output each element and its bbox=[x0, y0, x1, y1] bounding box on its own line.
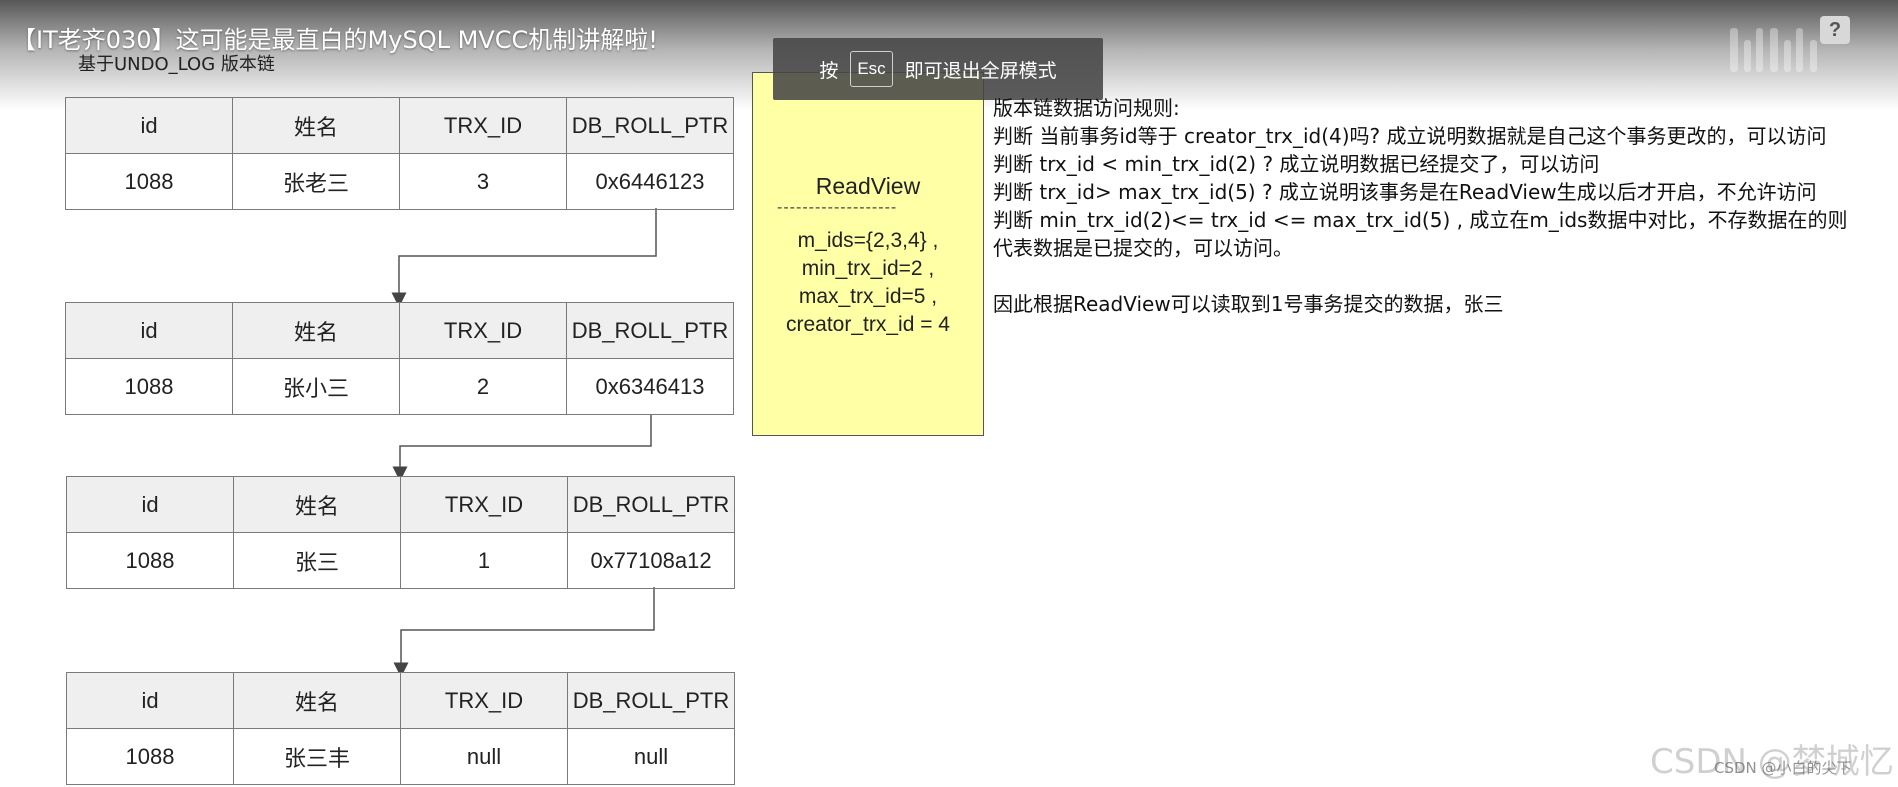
toast-suffix: 即可退出全屏模式 bbox=[904, 59, 1057, 82]
readview-title: ReadView bbox=[815, 173, 921, 199]
rule-1: 判断 当前事务id等于 creator_trx_id(4)吗? 成立说明数据就是… bbox=[993, 124, 1827, 148]
header-db-roll-ptr: DB_ROLL_PTR bbox=[566, 302, 734, 359]
cell-trx-id: 3 bbox=[399, 153, 567, 210]
header-id: id bbox=[65, 302, 233, 359]
esc-key-badge: Esc bbox=[850, 51, 893, 87]
readview-creator-trx-id: creator_trx_id = 4 bbox=[785, 313, 950, 336]
cell-id: 1088 bbox=[65, 153, 233, 210]
header-name: 姓名 bbox=[233, 476, 401, 533]
header-trx-id: TRX_ID bbox=[399, 97, 567, 154]
cell-name: 张三丰 bbox=[233, 728, 401, 785]
undo-log-table-3: id 姓名 TRX_ID DB_ROLL_PTR 1088 张三 1 0x771… bbox=[66, 476, 735, 589]
readview-max-trx-id: max_trx_id=5 , bbox=[798, 285, 938, 308]
toast-prefix: 按 bbox=[819, 59, 839, 82]
undo-log-table-4: id 姓名 TRX_ID DB_ROLL_PTR 1088 张三丰 null n… bbox=[66, 672, 735, 785]
cell-db-roll-ptr: 0x6346413 bbox=[566, 358, 734, 415]
undo-log-table-1: id 姓名 TRX_ID DB_ROLL_PTR 1088 张老三 3 0x64… bbox=[65, 97, 734, 210]
header-trx-id: TRX_ID bbox=[400, 672, 568, 729]
rule-2: 判断 trx_id < min_trx_id(2) ? 成立说明数据已经提交了，… bbox=[993, 152, 1600, 176]
cell-id: 1088 bbox=[65, 358, 233, 415]
undo-log-table-2: id 姓名 TRX_ID DB_ROLL_PTR 1088 张小三 2 0x63… bbox=[65, 302, 734, 415]
header-name: 姓名 bbox=[232, 302, 400, 359]
header-db-roll-ptr: DB_ROLL_PTR bbox=[567, 672, 735, 729]
roll-ptr-arrow-2 bbox=[392, 414, 652, 482]
cell-id: 1088 bbox=[66, 728, 234, 785]
readview-m-ids: m_ids={2,3,4} , bbox=[797, 229, 939, 252]
csdn-watermark-small: CSDN @小白的尖下 bbox=[1714, 759, 1852, 777]
readview-min-trx-id: min_trx_id=2 , bbox=[801, 257, 935, 280]
header-id: id bbox=[66, 672, 234, 729]
header-name: 姓名 bbox=[233, 672, 401, 729]
header-name: 姓名 bbox=[232, 97, 400, 154]
header-id: id bbox=[66, 476, 234, 533]
cell-name: 张三 bbox=[233, 532, 401, 589]
rule-4: 判断 min_trx_id(2)<= trx_id <= max_trx_id(… bbox=[993, 208, 1848, 260]
header-db-roll-ptr: DB_ROLL_PTR bbox=[566, 97, 734, 154]
rules-conclusion: 因此根据ReadView可以读取到1号事务提交的数据，张三 bbox=[993, 292, 1504, 316]
cell-trx-id: 1 bbox=[400, 532, 568, 589]
fullscreen-exit-toast: 按 Esc 即可退出全屏模式 bbox=[773, 38, 1103, 100]
cell-db-roll-ptr: 0x77108a12 bbox=[567, 532, 735, 589]
roll-ptr-arrow-3 bbox=[393, 587, 655, 678]
cell-trx-id: 2 bbox=[399, 358, 567, 415]
header-trx-id: TRX_ID bbox=[399, 302, 567, 359]
roll-ptr-arrow-1 bbox=[391, 208, 657, 308]
header-id: id bbox=[65, 97, 233, 154]
header-db-roll-ptr: DB_ROLL_PTR bbox=[567, 476, 735, 533]
header-trx-id: TRX_ID bbox=[400, 476, 568, 533]
cell-trx-id: null bbox=[400, 728, 568, 785]
access-rules-panel: 版本链数据访问规则: 判断 当前事务id等于 creator_trx_id(4)… bbox=[993, 94, 1853, 318]
cell-db-roll-ptr: 0x6446123 bbox=[566, 153, 734, 210]
cell-name: 张小三 bbox=[232, 358, 400, 415]
rule-3: 判断 trx_id> max_trx_id(5) ? 成立说明该事务是在Read… bbox=[993, 180, 1817, 204]
cell-id: 1088 bbox=[66, 532, 234, 589]
cell-name: 张老三 bbox=[232, 153, 400, 210]
readview-box: ReadView ------------------- m_ids={2,3,… bbox=[752, 72, 984, 436]
readview-divider: ------------------- bbox=[777, 199, 898, 216]
rules-heading: 版本链数据访问规则: bbox=[993, 96, 1180, 120]
cell-db-roll-ptr: null bbox=[567, 728, 735, 785]
